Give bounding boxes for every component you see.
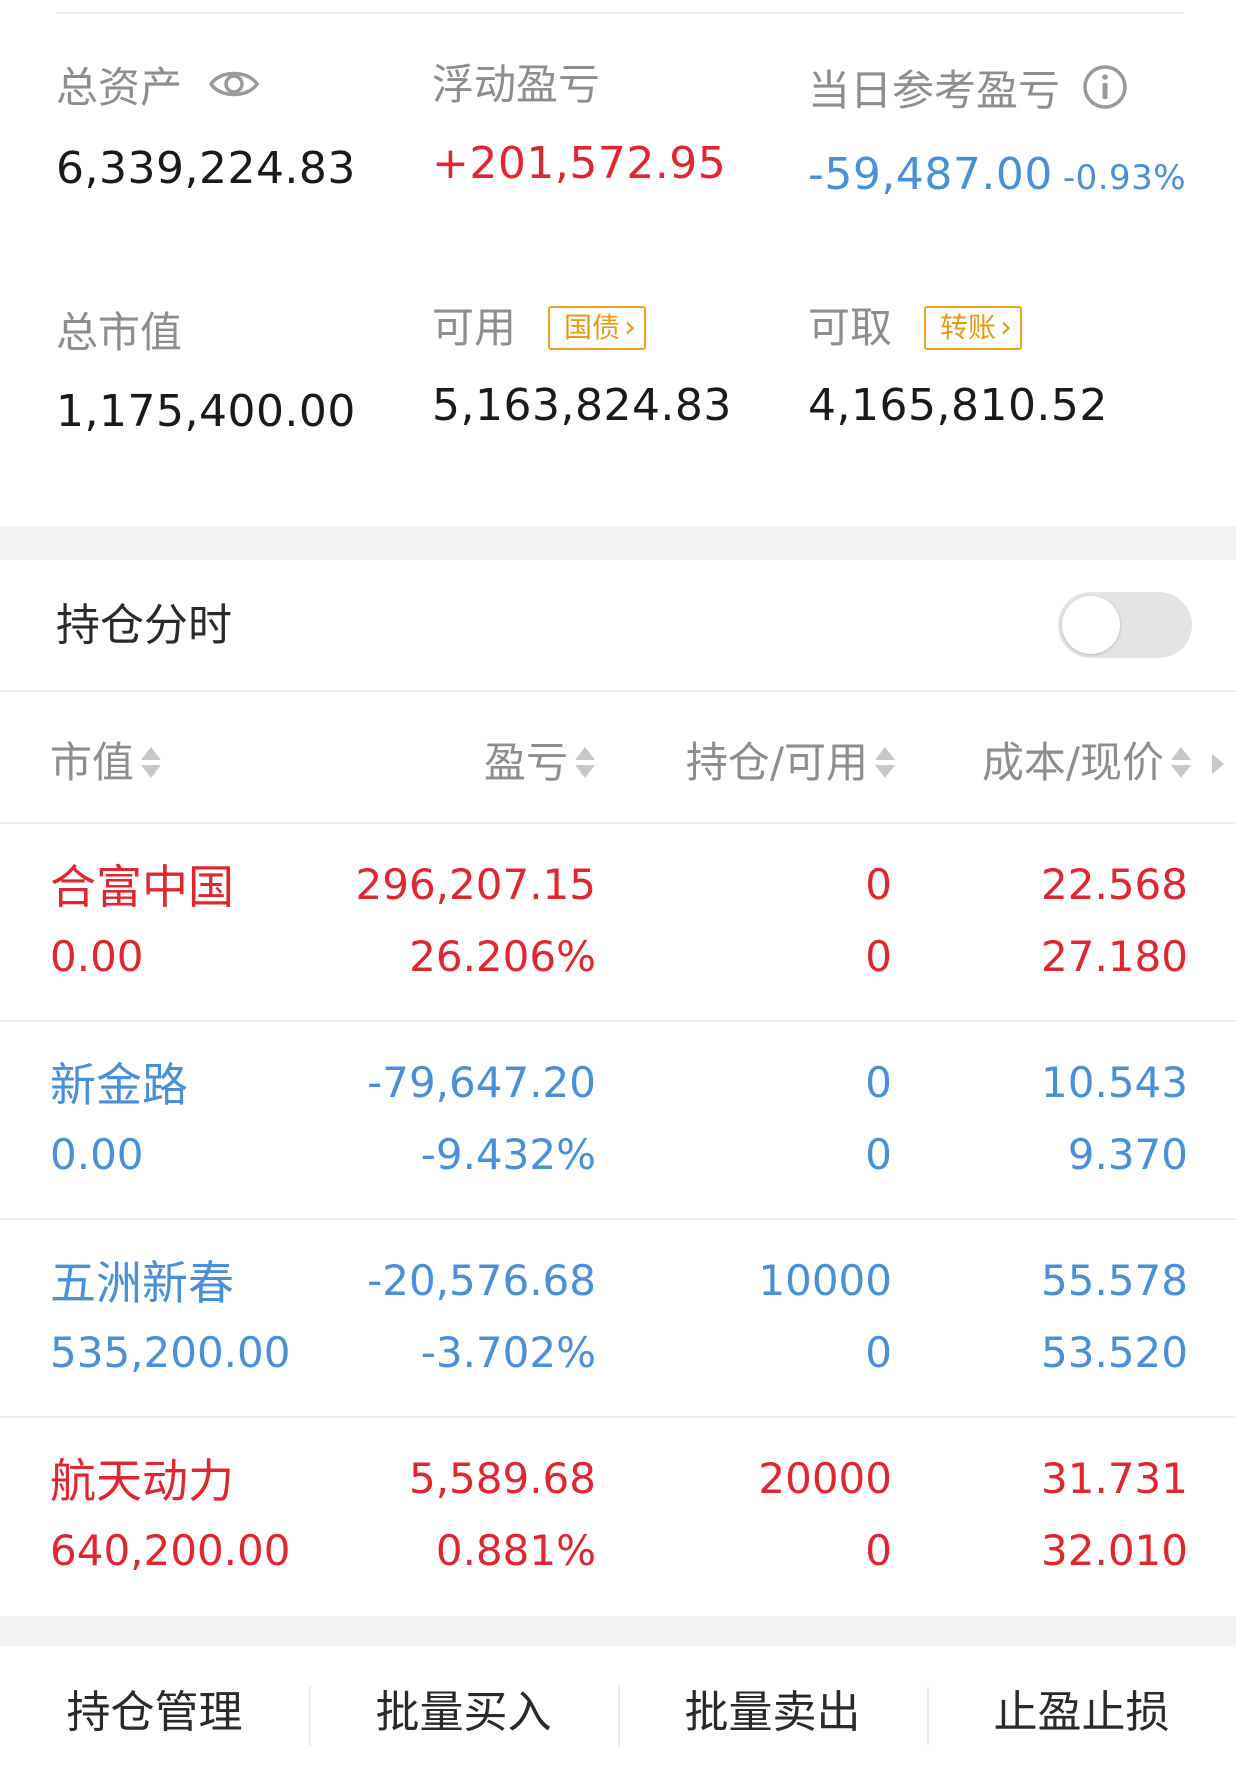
position-cell: 0 <box>865 1058 892 1107</box>
sort-icon <box>574 743 596 783</box>
available-cell: 0 <box>865 1130 892 1179</box>
chevron-right-icon: › <box>1000 310 1013 345</box>
section-divider <box>0 526 1236 560</box>
market-value-cell: 640,200.00 <box>50 1526 291 1575</box>
position-timeshare-toggle[interactable] <box>1058 592 1192 658</box>
stock-name: 新金路 <box>50 1058 188 1112</box>
pl-pct-cell: -9.432% <box>420 1130 596 1179</box>
stock-name: 五洲新春 <box>50 1256 234 1310</box>
cost-cell: 10.543 <box>1041 1058 1188 1107</box>
toggle-knob <box>1062 596 1120 654</box>
price-cell: 27.180 <box>1041 932 1188 981</box>
market-value-label: 总市值 <box>56 308 183 357</box>
batch-sell-button[interactable]: 批量卖出 <box>618 1646 927 1775</box>
column-header-cost-price[interactable]: 成本/现价 <box>982 742 1192 784</box>
table-row[interactable]: 五洲新春 535,200.00 -20,576.68 -3.702% 10000… <box>0 1220 1236 1418</box>
pl-pct-cell: -3.702% <box>420 1328 596 1377</box>
holdings-table-header: 市值 盈亏 持仓/可用 成本/现价 <box>0 692 1236 824</box>
stock-name: 合富中国 <box>50 860 234 914</box>
market-value-cell: 0.00 <box>50 932 144 981</box>
daily-pl-label: 当日参考盈亏 <box>808 65 1061 115</box>
section-divider <box>0 1616 1236 1646</box>
daily-pl-pct: -0.93% <box>1062 158 1187 198</box>
column-header-label: 市值 <box>50 738 135 787</box>
treasury-bond-button[interactable]: 国债 › <box>548 306 647 350</box>
available-cell: 0 <box>865 1328 892 1377</box>
batch-buy-button[interactable]: 批量买入 <box>309 1646 618 1775</box>
holdings-table: 合富中国 0.00 296,207.15 26.206% 0 0 22.568 … <box>0 824 1236 1616</box>
floating-pl-value: +201,572.95 <box>432 138 727 189</box>
daily-pl-value: -59,487.00 <box>808 149 1053 200</box>
position-timeshare-label: 持仓分时 <box>56 600 232 651</box>
treasury-bond-label: 国债 <box>564 311 621 344</box>
take-profit-stop-loss-button[interactable]: 止盈止损 <box>927 1646 1236 1775</box>
total-assets: 总资产 6,339,224.83 <box>56 64 356 191</box>
pl-cell: -79,647.20 <box>367 1058 596 1107</box>
pl-cell: 296,207.15 <box>355 860 596 909</box>
position-cell: 20000 <box>758 1454 892 1503</box>
available-funds: 可用 国债 › 5,163,824.83 <box>432 306 732 428</box>
column-header-label: 持仓/可用 <box>685 738 868 787</box>
market-value-cell: 0.00 <box>50 1130 144 1179</box>
stock-name: 航天动力 <box>50 1454 234 1508</box>
total-assets-label: 总资产 <box>56 62 183 112</box>
available-label: 可用 <box>432 303 517 352</box>
withdrawable-label: 可取 <box>808 303 893 352</box>
scroll-right-icon[interactable] <box>1212 754 1224 774</box>
table-row[interactable]: 航天动力 640,200.00 5,589.68 0.881% 20000 0 … <box>0 1418 1236 1616</box>
total-assets-value: 6,339,224.83 <box>56 143 356 194</box>
price-cell: 53.520 <box>1041 1328 1188 1377</box>
price-cell: 32.010 <box>1041 1526 1188 1575</box>
cost-cell: 22.568 <box>1041 860 1188 909</box>
transfer-label: 转账 <box>940 311 997 344</box>
table-row[interactable]: 合富中国 0.00 296,207.15 26.206% 0 0 22.568 … <box>0 824 1236 1022</box>
daily-pl: 当日参考盈亏 -59,487.00 -0.93% <box>808 64 1186 197</box>
market-value: 总市值 1,175,400.00 <box>56 312 356 434</box>
pl-cell: 5,589.68 <box>408 1454 596 1503</box>
column-header-position[interactable]: 持仓/可用 <box>686 742 896 784</box>
sort-icon <box>874 743 896 783</box>
position-cell: 10000 <box>758 1256 892 1305</box>
available-cell: 0 <box>865 1526 892 1575</box>
asset-summary: 总资产 6,339,224.83 浮动盈亏 +201,572.95 当日参考盈亏… <box>0 0 1236 526</box>
floating-pl: 浮动盈亏 +201,572.95 <box>432 64 726 186</box>
eye-icon[interactable] <box>208 64 260 111</box>
transfer-button[interactable]: 转账 › <box>924 306 1023 350</box>
column-header-market-value[interactable]: 市值 <box>50 742 162 784</box>
column-header-label: 成本/现价 <box>981 738 1164 787</box>
available-cell: 0 <box>865 932 892 981</box>
sort-icon <box>1170 743 1192 783</box>
info-icon[interactable] <box>1082 64 1128 117</box>
position-management-button[interactable]: 持仓管理 <box>0 1646 309 1775</box>
cost-cell: 31.731 <box>1041 1454 1188 1503</box>
available-value: 5,163,824.83 <box>432 380 732 431</box>
pl-pct-cell: 0.881% <box>435 1526 596 1575</box>
pl-pct-cell: 26.206% <box>409 932 596 981</box>
cost-cell: 55.578 <box>1041 1256 1188 1305</box>
withdrawable-value: 4,165,810.52 <box>808 380 1108 431</box>
column-header-label: 盈亏 <box>483 738 568 787</box>
sort-icon <box>140 743 162 783</box>
position-timeshare-row: 持仓分时 <box>0 560 1236 692</box>
withdrawable-funds: 可取 转账 › 4,165,810.52 <box>808 306 1108 428</box>
bottom-action-bar: 持仓管理 批量买入 批量卖出 止盈止损 <box>0 1646 1236 1775</box>
price-cell: 9.370 <box>1067 1130 1188 1179</box>
market-value-cell: 535,200.00 <box>50 1328 291 1377</box>
table-row[interactable]: 新金路 0.00 -79,647.20 -9.432% 0 0 10.543 9… <box>0 1022 1236 1220</box>
floating-pl-label: 浮动盈亏 <box>432 60 601 109</box>
position-cell: 0 <box>865 860 892 909</box>
pl-cell: -20,576.68 <box>367 1256 596 1305</box>
chevron-right-icon: › <box>624 310 637 345</box>
market-value-value: 1,175,400.00 <box>56 386 356 437</box>
column-header-pl[interactable]: 盈亏 <box>484 742 596 784</box>
